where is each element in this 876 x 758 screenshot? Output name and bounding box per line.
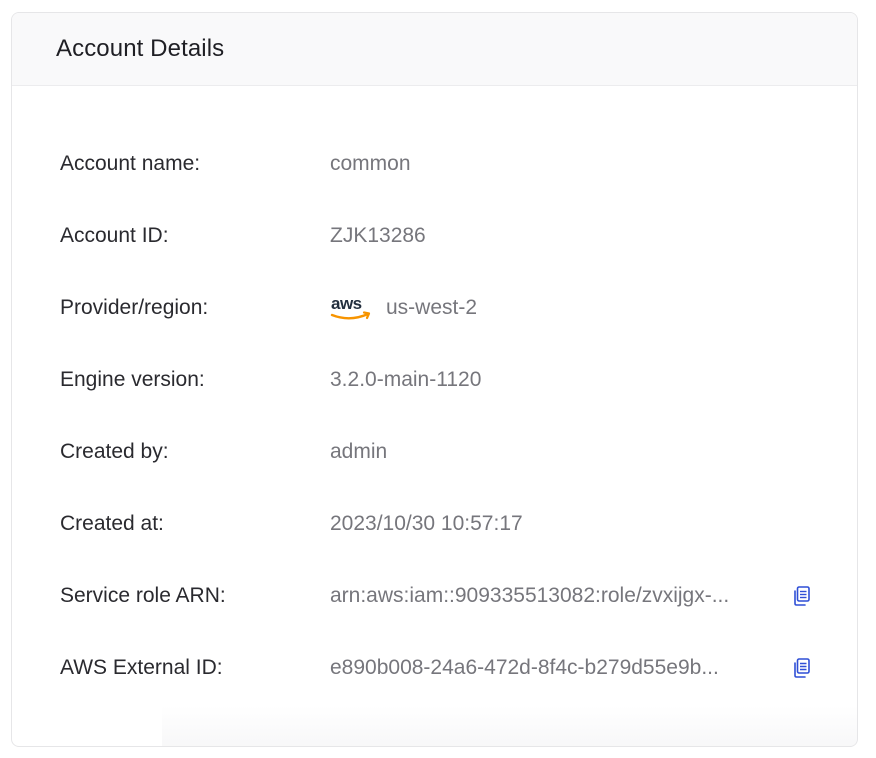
detail-row-created-by: Created by: admin [12,436,857,468]
detail-value: ZJK13286 [330,224,426,248]
detail-label: Engine version: [60,368,205,391]
card-title: Account Details [56,35,225,62]
created-at-value: 2023/10/30 10:57:17 [330,512,523,535]
region-value: us-west-2 [386,296,478,319]
copy-icon[interactable] [792,657,812,679]
detail-value: arn:aws:iam::909335513082:role/zvxijgx-.… [330,584,729,608]
detail-row-aws-external-id: AWS External ID: e890b008-24a6-472d-8f4c… [12,652,857,684]
detail-value: common [330,152,411,176]
detail-row-created-at: Created at: 2023/10/30 10:57:17 [12,508,857,540]
detail-label: Service role ARN: [60,584,226,607]
detail-value: 3.2.0-main-1120 [330,368,481,392]
detail-value: admin [330,440,387,464]
detail-label: Account ID: [60,224,169,247]
account-id-value: ZJK13286 [330,224,426,247]
detail-row-service-role-arn: Service role ARN: arn:aws:iam::909335513… [12,580,857,612]
detail-value: aws us-west-2 [330,294,477,322]
detail-value: 2023/10/30 10:57:17 [330,512,523,536]
detail-label: AWS External ID: [60,656,223,679]
detail-label: Created by: [60,440,169,463]
detail-label: Account name: [60,152,201,175]
aws-external-id-value[interactable]: e890b008-24a6-472d-8f4c-b279d55e9b... [330,656,719,680]
svg-text:aws: aws [331,294,362,313]
created-by-value: admin [330,440,388,463]
detail-row-account-name: Account name: common [12,148,857,180]
account-details-card: Account Details Account name: common Acc… [11,12,858,747]
detail-label: Created at: [60,512,164,535]
engine-version-value: 3.2.0-main-1120 [330,368,482,391]
copy-icon[interactable] [792,585,812,607]
detail-value: e890b008-24a6-472d-8f4c-b279d55e9b... [330,656,719,680]
detail-row-engine-version: Engine version: 3.2.0-main-1120 [12,364,857,396]
aws-logo-icon: aws [330,294,374,322]
service-role-arn-value[interactable]: arn:aws:iam::909335513082:role/zvxijgx-.… [330,584,729,608]
account-name-value: common [330,152,411,175]
detail-label: Provider/region: [60,296,209,319]
bottom-shadow [162,706,857,746]
card-header: Account Details [12,13,857,86]
detail-row-provider-region: Provider/region: aws us-west-2 [12,292,857,324]
detail-row-account-id: Account ID: ZJK13286 [12,220,857,252]
